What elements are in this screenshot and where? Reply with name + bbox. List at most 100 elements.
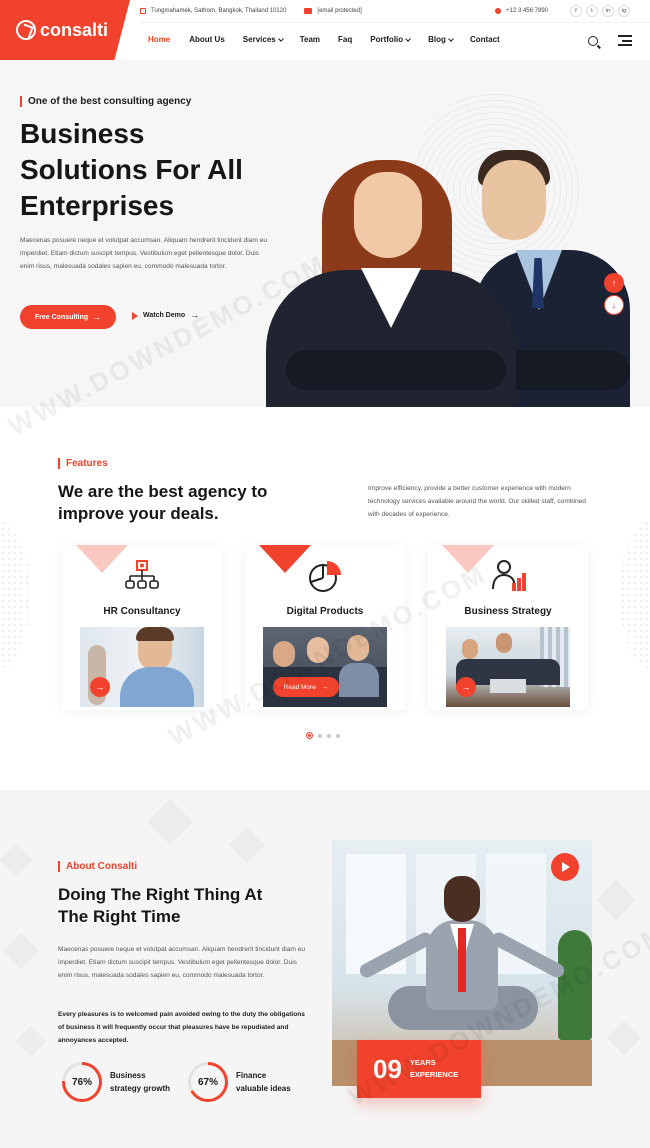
- nav-contact[interactable]: Contact: [470, 35, 500, 44]
- stat-business-strategy: 76% Business strategy growth: [62, 1062, 180, 1102]
- phone-info[interactable]: +12 3 456 7890: [495, 8, 548, 14]
- instagram-icon[interactable]: ig: [618, 5, 630, 17]
- image-shape: [462, 639, 478, 659]
- decorative-diamond: [228, 826, 266, 864]
- chevron-down-icon: [405, 35, 411, 42]
- card-title: HR Consultancy: [103, 606, 181, 617]
- stat-label: Business strategy growth: [110, 1069, 180, 1095]
- about-title: Doing The Right Thing At The Right Time: [58, 884, 318, 928]
- features-title: We are the best agency to improve your d…: [58, 481, 338, 525]
- nav-faq[interactable]: Faq: [338, 35, 352, 44]
- years-label-line: EXPERIENCE: [409, 1070, 459, 1079]
- logo-icon: [16, 20, 36, 40]
- play-icon: [132, 311, 138, 320]
- phone-text[interactable]: +12 3 456 7890: [506, 8, 548, 14]
- hero-section: One of the best consulting agency Busine…: [0, 60, 650, 407]
- features-tag: Features: [58, 458, 108, 469]
- image-shape: [120, 667, 194, 707]
- card-arrow-button[interactable]: →: [456, 677, 476, 697]
- features-title-line: We are the best agency to: [58, 482, 268, 501]
- image-shape: [273, 641, 295, 667]
- email-text[interactable]: [email protected]: [317, 8, 361, 14]
- watch-demo-button[interactable]: Watch Demo →: [132, 311, 199, 320]
- image-shape: [307, 637, 329, 663]
- menu-bar: [618, 44, 632, 46]
- nav-about-us[interactable]: About Us: [189, 35, 225, 44]
- scroll-down-button[interactable]: ↓: [604, 295, 624, 315]
- phone-icon: [495, 8, 502, 14]
- hero-title: Business Solutions For All Enterprises: [20, 116, 270, 224]
- image-shape: [558, 930, 592, 1040]
- search-icon[interactable]: [588, 36, 598, 46]
- stat-label: Finance valuable ideas: [236, 1069, 306, 1095]
- chevron-down-icon: [448, 35, 454, 42]
- feature-card-hr-consultancy[interactable]: HR Consultancy →: [62, 545, 222, 710]
- hamburger-menu-icon[interactable]: [618, 35, 632, 46]
- years-label-line: YEARS: [409, 1058, 436, 1067]
- years-experience-badge: 09 YEARS EXPERIENCE: [357, 1040, 481, 1098]
- decorative-diamond: [147, 799, 193, 845]
- pagination-dot[interactable]: [327, 733, 331, 738]
- decorative-dots: [0, 520, 30, 670]
- linkedin-icon[interactable]: in: [602, 5, 614, 17]
- decorative-diamond: [596, 880, 636, 920]
- arrow-right-icon: →: [190, 310, 200, 320]
- social-links: f t in ig: [570, 5, 630, 17]
- read-more-button[interactable]: Read More →: [273, 677, 339, 697]
- pagination-dot-active[interactable]: [306, 732, 313, 739]
- nav-portfolio[interactable]: Portfolio: [370, 35, 411, 44]
- decorative-diamond: [2, 932, 40, 970]
- nav-team[interactable]: Team: [300, 35, 320, 44]
- menu-bar: [622, 39, 632, 42]
- nav-blog-label: Blog: [428, 35, 446, 44]
- about-highlight-text: Every pleasures is to welcomed pain avoi…: [58, 1011, 305, 1044]
- free-consulting-label: Free Consulting: [34, 313, 89, 321]
- arrow-up-icon: ↑: [611, 278, 617, 288]
- image-shape: [339, 663, 379, 697]
- features-description: Improve efficiency, provide a better cus…: [368, 485, 586, 518]
- image-shape: [490, 679, 526, 693]
- nav-blog[interactable]: Blog: [428, 35, 454, 44]
- stat-label-line: Finance: [236, 1071, 267, 1080]
- image-shape: [458, 928, 466, 992]
- card-decoration: [442, 545, 494, 573]
- facebook-icon[interactable]: f: [570, 5, 582, 17]
- twitter-icon[interactable]: t: [586, 5, 598, 17]
- email-info[interactable]: [email protected]: [304, 8, 362, 14]
- hero-title-line: Enterprises: [20, 190, 175, 221]
- feature-card-business-strategy[interactable]: Business Strategy →: [428, 545, 588, 710]
- nav-home[interactable]: Home: [148, 35, 170, 44]
- decorative-diamond: [607, 1021, 641, 1055]
- pagination-dot[interactable]: [318, 733, 322, 738]
- card-arrow-button[interactable]: →: [90, 677, 110, 697]
- play-video-button[interactable]: [551, 853, 579, 881]
- feature-card-digital-products[interactable]: Digital Products Read More →: [245, 545, 405, 710]
- nav-portfolio-label: Portfolio: [370, 35, 404, 44]
- card-decoration: [76, 545, 128, 573]
- logo-text: consalti: [40, 19, 109, 40]
- about-title-line: The Right Time: [58, 907, 181, 926]
- image-shape: [286, 350, 506, 390]
- card-decoration: [259, 545, 311, 573]
- play-icon: [562, 862, 570, 872]
- growth-chart-icon: [492, 560, 526, 591]
- about-tag: About Consalti: [58, 861, 137, 872]
- arrow-right-icon: →: [321, 683, 329, 691]
- image-shape: [136, 627, 174, 641]
- nav-services[interactable]: Services: [243, 35, 284, 44]
- hero-description: Maecenas posuere neque et volutpat accum…: [20, 237, 268, 270]
- about-description: Maecenas posuere neque et volutpat accum…: [58, 946, 306, 979]
- card-title: Digital Products: [286, 606, 364, 617]
- site-logo[interactable]: consalti: [0, 0, 130, 60]
- image-shape: [496, 633, 512, 653]
- decorative-diamond: [0, 843, 33, 877]
- pagination-dot[interactable]: [336, 733, 340, 738]
- scroll-up-button[interactable]: ↑: [604, 273, 624, 293]
- free-consulting-button[interactable]: Free Consulting →: [20, 305, 116, 329]
- stat-label-line: Business: [110, 1071, 146, 1080]
- image-shape: [496, 350, 630, 390]
- arrow-right-icon: →: [461, 682, 471, 692]
- address-info: Tungmahamek, Sathorn, Bangkok, Thailand …: [140, 8, 286, 14]
- read-more-label: Read More: [283, 683, 316, 691]
- chevron-down-icon: [277, 35, 284, 42]
